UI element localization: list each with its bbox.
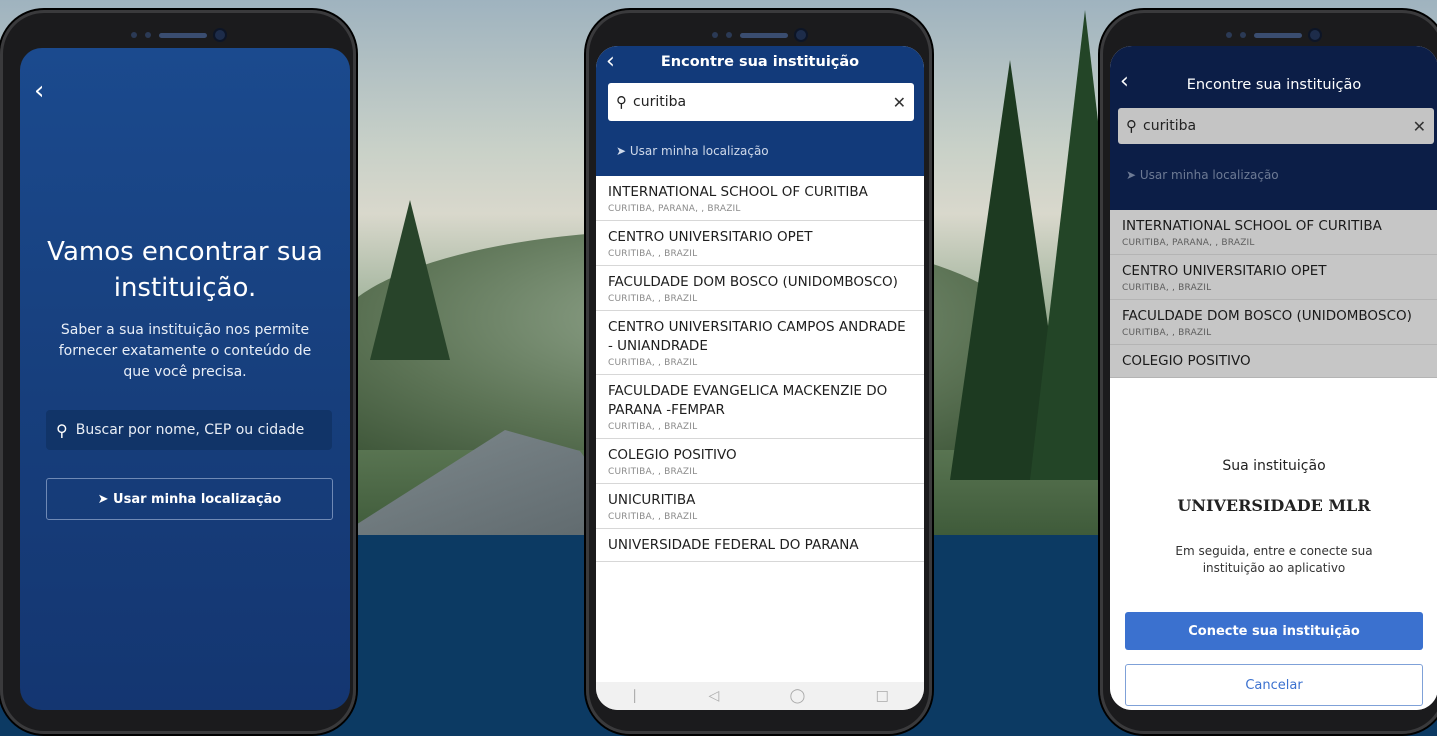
- institution-name: CENTRO UNIVERSITARIO OPET: [1122, 263, 1327, 279]
- list-item[interactable]: CENTRO UNIVERSITARIO OPET CURITIBA, , BRA…: [596, 221, 924, 266]
- institution-name: INTERNATIONAL SCHOOL OF CURITIBA: [608, 184, 868, 200]
- subtitle: Saber a sua instituição nos permite forn…: [58, 322, 312, 380]
- phone-notch: [712, 30, 806, 40]
- android-navbar: ∣ ◁ ◯ □: [596, 682, 924, 710]
- search-value: curitiba: [1143, 118, 1197, 134]
- institution-name: COLEGIO POSITIVO: [608, 447, 737, 463]
- screen-confirm: ‹ Encontre sua instituição ⚲ curitiba ✕ …: [1110, 46, 1437, 710]
- use-location-link[interactable]: ➤ Usar minha localização: [1126, 168, 1279, 182]
- search-placeholder: Buscar por nome, CEP ou cidade: [75, 422, 305, 438]
- list-item[interactable]: FACULDADE DOM BOSCO (UNIDOMBOSCO) CURITIB…: [596, 266, 924, 311]
- clear-icon[interactable]: ✕: [1413, 117, 1426, 136]
- page-title: Vamos encontrar sua instituição.: [20, 234, 350, 306]
- institution-location: CURITIBA, PARANA, , BRAZIL: [608, 204, 741, 214]
- search-icon: ⚲: [616, 93, 627, 111]
- institution-name: COLEGIO POSITIVO: [1122, 353, 1251, 369]
- institution-location: CURITIBA, , BRAZIL: [608, 467, 698, 477]
- list-item[interactable]: INTERNATIONAL SCHOOL OF CURITIBA CURITIBA…: [1110, 210, 1437, 255]
- phone-notch: [1226, 30, 1320, 40]
- screen-welcome: ‹ Vamos encontrar sua instituição. Saber…: [20, 48, 350, 710]
- sheet-title: Sua instituição: [1222, 458, 1326, 474]
- header-title: Encontre sua instituição: [1186, 77, 1362, 93]
- list-item[interactable]: COLEGIO POSITIVO CURITIBA, , BRAZIL: [596, 439, 924, 484]
- institution-name: INTERNATIONAL SCHOOL OF CURITIBA: [1122, 218, 1382, 234]
- phone-1: ‹ Vamos encontrar sua instituição. Saber…: [0, 10, 356, 734]
- institution-location: CURITIBA, PARANA, , BRAZIL: [1122, 238, 1255, 248]
- title-line-2: instituição.: [113, 273, 257, 303]
- list-item[interactable]: COLEGIO POSITIVO: [1110, 345, 1437, 378]
- nav-back-icon[interactable]: ◁: [708, 688, 719, 704]
- list-item[interactable]: CENTRO UNIVERSITARIO CAMPOS ANDRADE - UN…: [596, 311, 924, 375]
- search-input[interactable]: ⚲ curitiba ✕: [1118, 108, 1434, 144]
- institution-name: CENTRO UNIVERSITARIO OPET: [608, 229, 813, 245]
- list-item[interactable]: FACULDADE EVANGELICA MACKENZIE DO PARANA…: [596, 375, 924, 439]
- screen-search: ‹ Encontre sua instituição ⚲ curitiba ✕ …: [596, 46, 924, 710]
- phone-2: ‹ Encontre sua instituição ⚲ curitiba ✕ …: [586, 10, 932, 734]
- results-list: INTERNATIONAL SCHOOL OF CURITIBA CURITIBA…: [1110, 210, 1437, 378]
- connect-button[interactable]: Conecte sua instituição: [1125, 612, 1423, 650]
- clear-icon[interactable]: ✕: [893, 93, 906, 112]
- use-location-link[interactable]: ➤ Usar minha localização: [616, 144, 769, 158]
- search-input[interactable]: ⚲ curitiba ✕: [608, 83, 914, 121]
- list-item[interactable]: UNICURITIBA CURITIBA, , BRAZIL: [596, 484, 924, 529]
- list-item[interactable]: CENTRO UNIVERSITARIO OPET CURITIBA, , BRA…: [1110, 255, 1437, 300]
- nav-menu-icon[interactable]: ∣: [631, 688, 638, 704]
- title-line-1: Vamos encontrar sua: [47, 237, 323, 267]
- phone-notch: [131, 30, 225, 40]
- institution-location: CURITIBA, , BRAZIL: [608, 512, 698, 522]
- search-value: curitiba: [633, 94, 687, 110]
- nav-home-icon[interactable]: ◯: [790, 688, 806, 704]
- search-icon: ⚲: [56, 420, 68, 440]
- phone-3: ‹ Encontre sua instituição ⚲ curitiba ✕ …: [1100, 10, 1437, 734]
- institution-name: FACULDADE DOM BOSCO (UNIDOMBOSCO): [608, 274, 898, 290]
- institution-location: CURITIBA, , BRAZIL: [608, 249, 698, 259]
- back-button[interactable]: ‹: [34, 76, 44, 106]
- tree: [370, 200, 450, 360]
- results-list: INTERNATIONAL SCHOOL OF CURITIBA CURITIBA…: [596, 176, 924, 562]
- cancel-button[interactable]: Cancelar: [1125, 664, 1423, 706]
- institution-name: FACULDADE EVANGELICA MACKENZIE DO PARANA…: [608, 383, 888, 418]
- search-icon: ⚲: [1126, 117, 1137, 135]
- institution-name: UNICURITIBA: [608, 492, 696, 508]
- institution-name: CENTRO UNIVERSITARIO CAMPOS ANDRADE - UN…: [608, 319, 906, 354]
- institution-location: CURITIBA, , BRAZIL: [608, 422, 698, 432]
- header-title: Encontre sua instituição: [660, 54, 860, 70]
- institution-location: CURITIBA, , BRAZIL: [608, 358, 698, 368]
- list-item[interactable]: UNIVERSIDADE FEDERAL DO PARANA: [596, 529, 924, 562]
- institution-name: FACULDADE DOM BOSCO (UNIDOMBOSCO): [1122, 308, 1412, 324]
- institution-location: CURITIBA, , BRAZIL: [608, 294, 698, 304]
- confirm-sheet: Sua instituição UNIVERSIDADE MLR Em segu…: [1110, 440, 1437, 710]
- nav-recent-icon[interactable]: □: [876, 688, 889, 704]
- list-item[interactable]: FACULDADE DOM BOSCO (UNIDOMBOSCO) CURITIB…: [1110, 300, 1437, 345]
- list-item[interactable]: INTERNATIONAL SCHOOL OF CURITIBA CURITIBA…: [596, 176, 924, 221]
- institution-name: UNIVERSIDADE FEDERAL DO PARANA: [608, 537, 859, 553]
- sheet-text: Em seguida, entre e conecte sua institui…: [1175, 544, 1373, 575]
- institution-name: UNIVERSIDADE MLR: [1177, 496, 1371, 515]
- search-input[interactable]: ⚲ Buscar por nome, CEP ou cidade: [46, 410, 332, 450]
- use-location-button[interactable]: ➤ Usar minha localização: [46, 478, 333, 520]
- institution-location: CURITIBA, , BRAZIL: [1122, 283, 1212, 293]
- institution-location: CURITIBA, , BRAZIL: [1122, 328, 1212, 338]
